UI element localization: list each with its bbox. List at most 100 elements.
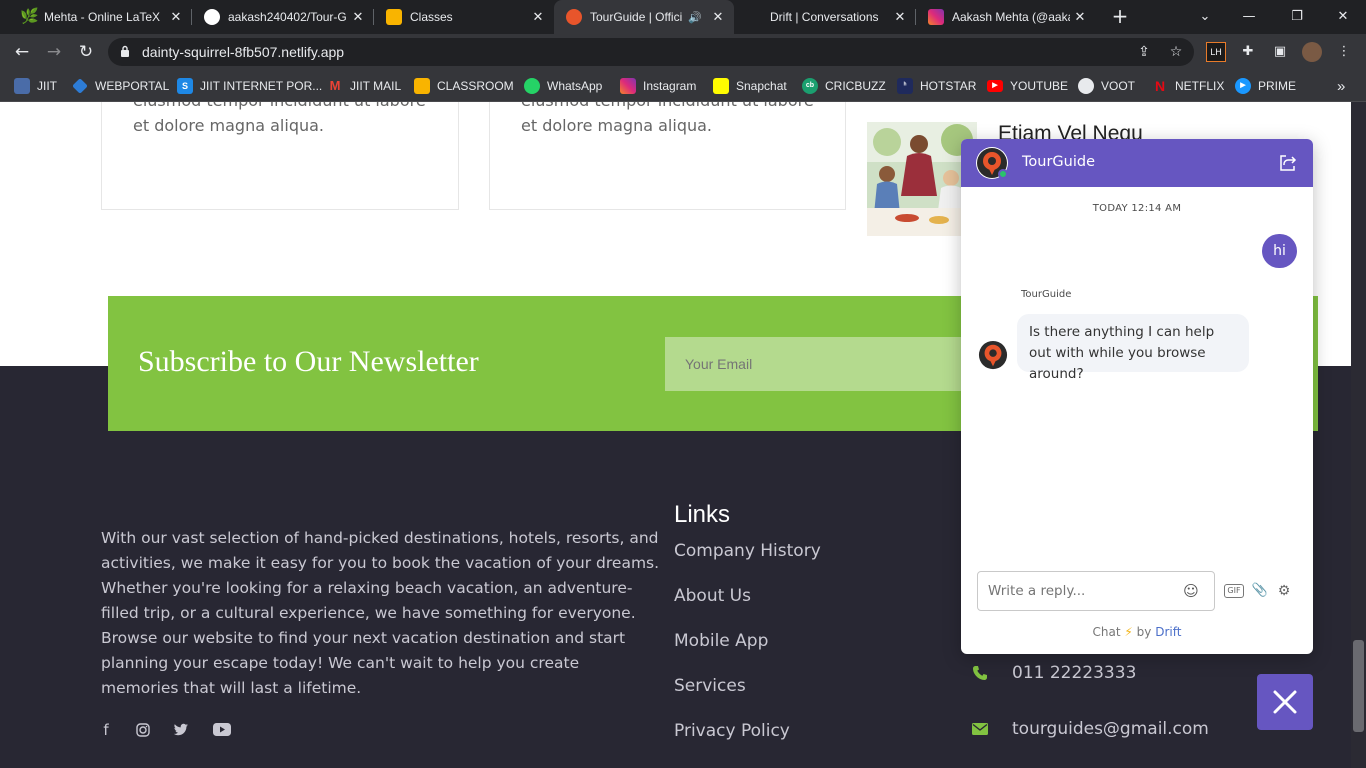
lighthouse-extension-icon[interactable]: LH	[1206, 42, 1226, 62]
extensions-icon[interactable]: ✚	[1238, 42, 1258, 62]
bookmark-prime[interactable]: ▶ PRIME	[1235, 77, 1296, 95]
bookmark-netflix[interactable]: N NETFLIX	[1152, 77, 1224, 95]
attachment-icon[interactable]: 📎	[1250, 582, 1270, 600]
forward-icon[interactable]: →	[42, 40, 66, 64]
prime-icon: ▶	[1235, 78, 1251, 94]
chat-timestamp: TODAY 12:14 AM	[1092, 203, 1182, 214]
close-window-button[interactable]: ✕	[1320, 0, 1366, 34]
star-icon[interactable]: ☆	[1166, 42, 1186, 62]
speaker-icon[interactable]: 🔊	[688, 11, 702, 24]
bookmark-hotstar[interactable]: ʰ HOTSTAR	[897, 77, 976, 95]
footer-link-company-history[interactable]: Company History	[674, 541, 821, 561]
bookmark-label: YOUTUBE	[1010, 79, 1069, 93]
feature-card: eiusmod tempor incididunt ut labore et d…	[489, 102, 846, 210]
bookmark-classroom[interactable]: CLASSROOM	[414, 77, 514, 95]
close-tab-icon[interactable]: ✕	[708, 9, 728, 25]
hotstar-icon: ʰ	[897, 78, 913, 94]
close-tab-icon[interactable]: ✕	[348, 9, 368, 25]
tab-instagram[interactable]: Aakash Mehta (@aaka ✕	[916, 0, 1096, 34]
tab-title: Drift | Conversations	[770, 10, 879, 24]
tab-title: Classes	[410, 10, 453, 24]
menu-icon[interactable]: ⋮	[1334, 42, 1354, 62]
bookmark-snapchat[interactable]: Snapchat	[713, 77, 787, 95]
twitter-icon[interactable]	[171, 720, 191, 740]
url-text: dainty-squirrel-8fb507.netlify.app	[142, 44, 345, 60]
classroom-icon	[386, 9, 402, 25]
bookmark-jiit[interactable]: JIIT	[14, 77, 57, 95]
envelope-icon	[970, 719, 990, 739]
footer-link-services[interactable]: Services	[674, 676, 746, 696]
chat-window: TourGuide TODAY 12:14 AM hi TourGuide Is…	[961, 139, 1313, 654]
instagram-icon	[928, 9, 944, 25]
bookmark-webportal[interactable]: WEBPORTAL	[72, 77, 169, 95]
emoji-icon[interactable]: ☺	[1181, 581, 1201, 601]
bookmark-label: Snapchat	[736, 79, 787, 93]
bookmark-cricbuzz[interactable]: cb CRICBUZZ	[802, 77, 886, 95]
footer-link-privacy-policy[interactable]: Privacy Policy	[674, 721, 790, 741]
cricbuzz-icon: cb	[802, 78, 818, 94]
chat-title: TourGuide	[1022, 154, 1095, 170]
chat-header: TourGuide	[961, 139, 1313, 187]
close-tab-icon[interactable]: ✕	[166, 9, 186, 25]
footer-link-about-us[interactable]: About Us	[674, 586, 751, 606]
bookmark-label: WhatsApp	[547, 79, 603, 93]
lightning-icon: ⚡	[1124, 625, 1133, 639]
tab-tourguide[interactable]: TourGuide | Offici 🔊 ✕	[554, 0, 734, 34]
bookmark-jiit-mail[interactable]: M JIIT MAIL	[327, 77, 402, 95]
tab-title: TourGuide | Offici	[590, 10, 683, 24]
close-tab-icon[interactable]: ✕	[528, 9, 548, 25]
gif-button[interactable]: GIF	[1224, 584, 1244, 598]
tab-overleaf[interactable]: 🌿 Mehta - Online LaTeX ✕	[8, 0, 192, 34]
new-tab-button[interactable]: +	[1108, 4, 1132, 28]
tab-github[interactable]: aakash240402/Tour-G ✕	[192, 0, 374, 34]
portal-s-icon: S	[177, 78, 193, 94]
restore-button[interactable]: ❐	[1274, 0, 1320, 34]
side-panel-icon[interactable]: ▣	[1270, 42, 1290, 62]
tab-title: aakash240402/Tour-G	[228, 10, 347, 24]
contact-email[interactable]: tourguides@gmail.com	[1012, 719, 1209, 739]
instagram-icon[interactable]	[133, 720, 153, 740]
bookmark-whatsapp[interactable]: WhatsApp	[524, 77, 602, 95]
reload-icon[interactable]: ↻	[74, 40, 98, 64]
close-tab-icon[interactable]: ✕	[1070, 9, 1090, 25]
tab-strip: 🌿 Mehta - Online LaTeX ✕ aakash240402/To…	[0, 0, 1366, 34]
tab-search-icon[interactable]: ⌄	[1182, 0, 1228, 34]
youtube-icon[interactable]	[212, 720, 232, 740]
more-bookmarks-icon[interactable]: »	[1337, 77, 1345, 95]
tab-title: Mehta - Online LaTeX	[44, 10, 161, 24]
tab-drift[interactable]: Drift | Conversations ✕	[734, 0, 916, 34]
share-icon[interactable]: ⇪	[1134, 42, 1154, 62]
settings-gear-icon[interactable]: ⚙	[1274, 582, 1294, 600]
minimize-button[interactable]: —	[1226, 0, 1272, 34]
bookmark-label: HOTSTAR	[920, 79, 977, 93]
bookmark-label: CLASSROOM	[437, 79, 514, 93]
bookmark-voot[interactable]: VOOT	[1078, 77, 1135, 95]
footer-about-text: With our vast selection of hand-picked d…	[101, 529, 660, 697]
reply-input[interactable]	[977, 571, 1215, 611]
bookmark-youtube[interactable]: ▶ YOUTUBE	[987, 77, 1068, 95]
tab-classes[interactable]: Classes ✕	[374, 0, 554, 34]
bookmark-label: WEBPORTAL	[95, 79, 170, 93]
phone-icon	[970, 663, 990, 683]
close-tab-icon[interactable]: ✕	[890, 9, 910, 25]
github-icon	[204, 9, 220, 25]
bot-avatar	[978, 340, 1008, 370]
youtube-icon: ▶	[987, 80, 1003, 92]
browser-toolbar: ← → ↻ dainty-squirrel-8fb507.netlify.app…	[0, 34, 1366, 70]
scrollbar-thumb[interactable]	[1353, 640, 1364, 732]
footer-link-mobile-app[interactable]: Mobile App	[674, 631, 768, 651]
lock-icon	[121, 45, 129, 57]
back-icon[interactable]: ←	[10, 40, 34, 64]
bookmark-label: JIIT INTERNET POR...	[200, 79, 323, 93]
contact-phone[interactable]: 011 22223333	[1012, 663, 1136, 683]
bookmark-jiit-internet-portal[interactable]: S JIIT INTERNET POR...	[177, 77, 322, 95]
drift-brand-link[interactable]: Drift	[1155, 625, 1181, 639]
facebook-icon[interactable]: f	[96, 720, 116, 740]
chat-close-button[interactable]	[1257, 674, 1313, 730]
popout-icon[interactable]	[1278, 153, 1298, 173]
address-bar[interactable]: dainty-squirrel-8fb507.netlify.app ⇪ ☆	[108, 38, 1194, 66]
profile-avatar[interactable]	[1302, 42, 1322, 62]
powered-by-drift[interactable]: Chat ⚡ by Drift	[961, 625, 1313, 639]
online-status-dot	[998, 169, 1008, 179]
bookmark-instagram[interactable]: Instagram	[620, 77, 696, 95]
